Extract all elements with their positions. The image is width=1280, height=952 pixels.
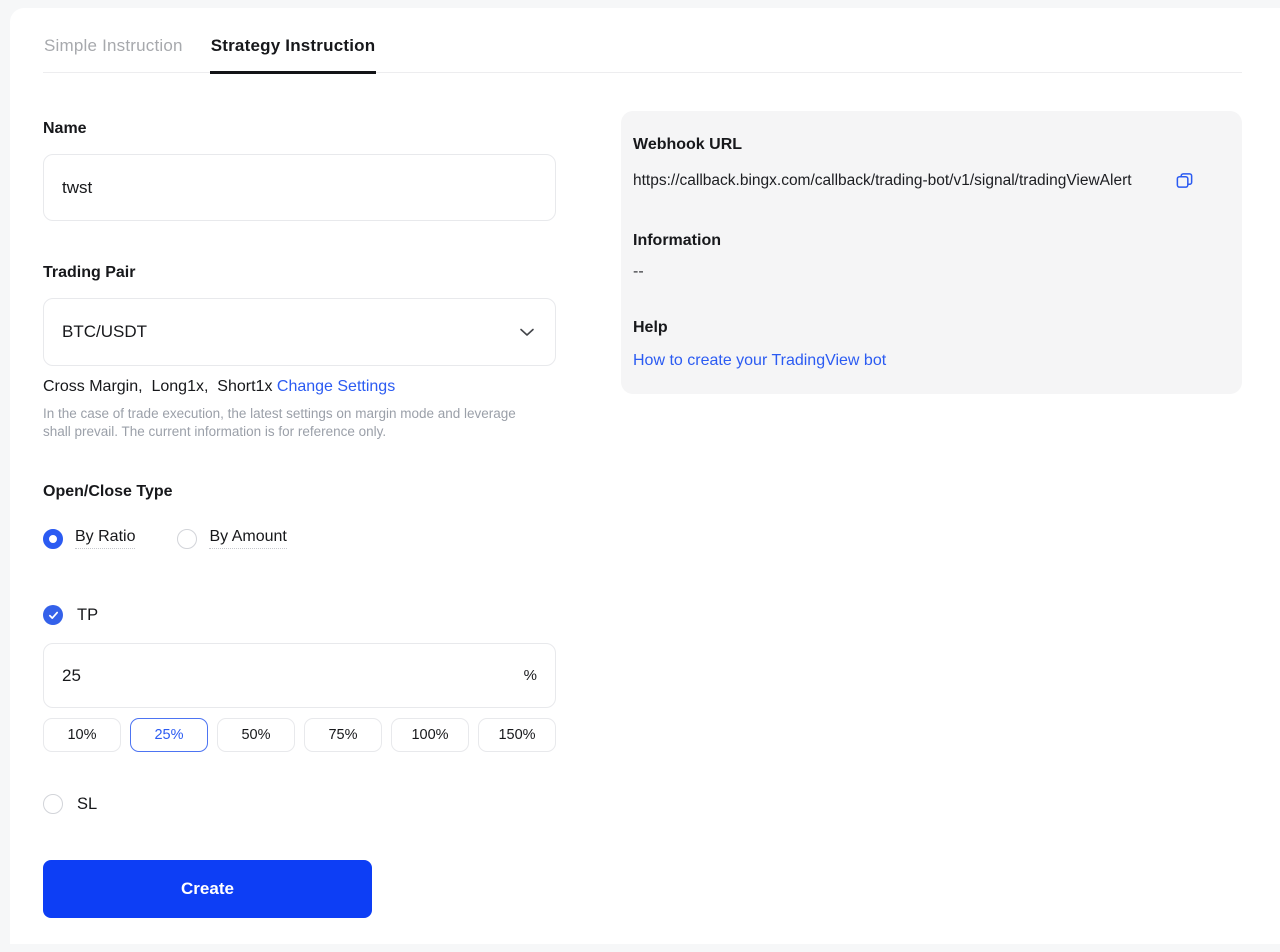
sl-checkbox-row[interactable]: SL: [43, 794, 556, 814]
help-section: Help How to create your TradingView bot: [633, 319, 1230, 370]
by-amount-label: By Amount: [209, 528, 286, 549]
info-column: Webhook URL https://callback.bingx.com/c…: [621, 111, 1242, 918]
webhook-url-row: https://callback.bingx.com/callback/trad…: [633, 167, 1230, 194]
name-value: twst: [62, 178, 537, 198]
chevron-down-icon: [517, 322, 537, 342]
webhook-url-title: Webhook URL: [633, 136, 1230, 154]
preset-25[interactable]: 25%: [130, 718, 208, 752]
by-ratio-label: By Ratio: [75, 528, 135, 549]
tp-value-input[interactable]: 25 %: [43, 643, 556, 708]
content-columns: Name twst Trading Pair BTC/USDT Cross Ma…: [43, 73, 1280, 918]
open-close-options: By Ratio By Amount: [43, 528, 556, 549]
trading-pair-select[interactable]: BTC/USDT: [43, 298, 556, 366]
radio-unselected-icon: [177, 529, 197, 549]
instruction-tabs: Simple Instruction Strategy Instruction: [43, 28, 1242, 73]
strategy-form-page: Simple Instruction Strategy Instruction …: [10, 8, 1280, 944]
name-input[interactable]: twst: [43, 154, 556, 221]
strategy-form: Name twst Trading Pair BTC/USDT Cross Ma…: [43, 120, 556, 918]
preset-75[interactable]: 75%: [304, 718, 382, 752]
tab-strategy-instruction[interactable]: Strategy Instruction: [210, 28, 377, 74]
copy-icon[interactable]: [1175, 171, 1194, 190]
tp-label: TP: [77, 606, 98, 625]
name-label: Name: [43, 120, 556, 138]
radio-selected-icon: [43, 529, 63, 549]
create-button[interactable]: Create: [43, 860, 372, 918]
preset-100[interactable]: 100%: [391, 718, 469, 752]
preset-50[interactable]: 50%: [217, 718, 295, 752]
preset-10[interactable]: 10%: [43, 718, 121, 752]
margin-note: In the case of trade execution, the late…: [43, 405, 543, 441]
open-close-type-label: Open/Close Type: [43, 483, 556, 501]
trading-pair-label: Trading Pair: [43, 264, 556, 282]
tab-simple-instruction[interactable]: Simple Instruction: [43, 28, 184, 72]
sl-label: SL: [77, 795, 97, 814]
tradingview-help-link[interactable]: How to create your TradingView bot: [633, 352, 886, 370]
margin-summary-line: Cross Margin, Long1x, Short1x Change Set…: [43, 378, 556, 396]
tp-preset-row: 10% 25% 50% 75% 100% 150%: [43, 718, 556, 752]
webhook-info-card: Webhook URL https://callback.bingx.com/c…: [621, 111, 1242, 394]
checkbox-unchecked-icon: [43, 794, 63, 814]
information-value: --: [633, 263, 1230, 281]
radio-by-amount[interactable]: By Amount: [177, 528, 286, 549]
trading-pair-value: BTC/USDT: [62, 322, 517, 342]
tp-unit: %: [524, 667, 537, 684]
preset-150[interactable]: 150%: [478, 718, 556, 752]
checkbox-checked-icon: [43, 605, 63, 625]
radio-by-ratio[interactable]: By Ratio: [43, 528, 135, 549]
information-section: Information --: [633, 232, 1230, 281]
change-settings-link[interactable]: Change Settings: [277, 378, 395, 395]
webhook-url-text: https://callback.bingx.com/callback/trad…: [633, 167, 1168, 194]
help-title: Help: [633, 319, 1230, 337]
margin-summary: Cross Margin, Long1x, Short1x: [43, 378, 277, 395]
tp-checkbox-row[interactable]: TP: [43, 605, 556, 625]
tp-value: 25: [62, 666, 524, 686]
information-title: Information: [633, 232, 1230, 250]
